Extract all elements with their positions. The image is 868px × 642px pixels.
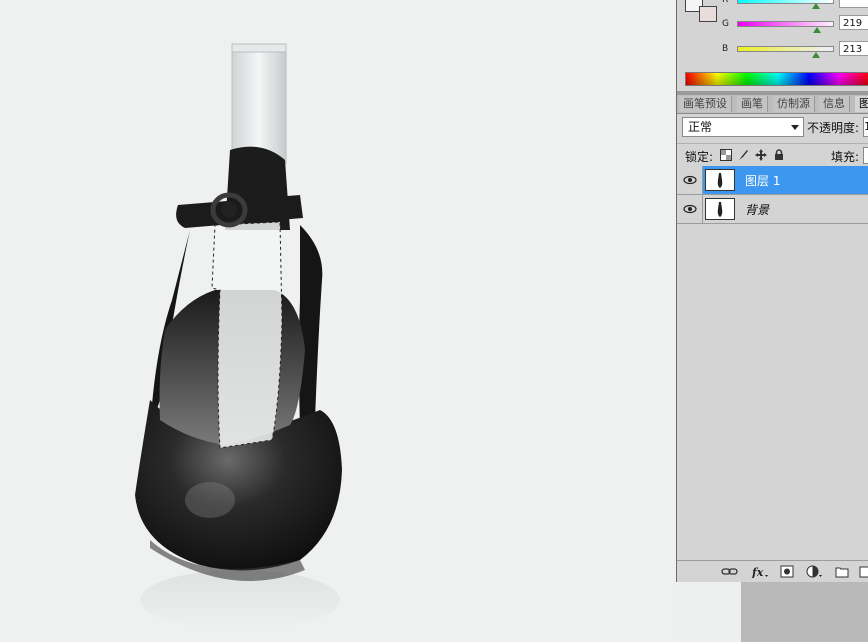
shoe-thumbnail-icon bbox=[717, 202, 723, 217]
photoshop-panels: R G 219 B 213 画笔预设 画笔 仿制源 信息 图 正常 不透明度: … bbox=[676, 0, 868, 582]
new-layer-icon[interactable] bbox=[859, 565, 868, 578]
tab-layers[interactable]: 图 bbox=[855, 96, 868, 112]
shoe-photo bbox=[0, 0, 677, 642]
channel-g-value[interactable]: 219 bbox=[839, 15, 868, 30]
visibility-cell[interactable] bbox=[677, 166, 703, 194]
tab-info[interactable]: 信息 bbox=[819, 96, 850, 112]
workspace-gray-area bbox=[741, 582, 868, 642]
opacity-input[interactable]: 1 bbox=[863, 117, 868, 137]
fill-label: 填充: bbox=[831, 150, 860, 164]
eye-icon[interactable] bbox=[683, 203, 697, 215]
blend-mode-value: 正常 bbox=[688, 120, 713, 134]
blend-mode-select[interactable]: 正常 bbox=[682, 117, 804, 137]
svg-text:fx: fx bbox=[751, 566, 764, 578]
document-canvas[interactable] bbox=[0, 0, 677, 642]
layer-name[interactable]: 图层 1 bbox=[745, 172, 780, 189]
channel-g-label: G bbox=[722, 19, 729, 29]
lock-all-icon[interactable] bbox=[773, 149, 785, 161]
panel-tabs: 画笔预设 画笔 仿制源 信息 图 bbox=[677, 95, 868, 114]
eye-icon[interactable] bbox=[683, 174, 697, 186]
channel-b-value[interactable]: 213 bbox=[839, 41, 868, 56]
tab-brush-presets[interactable]: 画笔预设 bbox=[679, 96, 732, 112]
lock-row: 锁定: 填充: bbox=[677, 143, 868, 166]
channel-g-thumb[interactable] bbox=[813, 27, 821, 33]
shoe-thumbnail-icon bbox=[717, 173, 723, 188]
layer-name[interactable]: 背景 bbox=[745, 201, 769, 218]
channel-r-value[interactable] bbox=[839, 0, 868, 8]
layer-row-background[interactable]: 背景 bbox=[677, 195, 868, 224]
mask-icon[interactable] bbox=[780, 565, 794, 578]
visibility-cell[interactable] bbox=[677, 195, 703, 223]
color-spectrum-bar[interactable] bbox=[685, 72, 868, 86]
folder-icon[interactable] bbox=[835, 565, 849, 578]
chevron-down-icon bbox=[791, 125, 799, 130]
lock-brush-icon[interactable] bbox=[737, 149, 749, 161]
layer-thumbnail bbox=[705, 169, 735, 191]
channel-b-thumb[interactable] bbox=[812, 52, 820, 58]
tab-clone-source[interactable]: 仿制源 bbox=[773, 96, 815, 112]
background-color-swatch[interactable] bbox=[699, 6, 717, 22]
lock-transparency-icon[interactable] bbox=[720, 149, 732, 161]
channel-r-thumb[interactable] bbox=[812, 3, 820, 9]
lock-move-icon[interactable] bbox=[755, 149, 767, 161]
layer-row-1[interactable]: 图层 1 bbox=[677, 166, 868, 195]
channel-b-label: B bbox=[722, 44, 729, 54]
fx-icon[interactable]: fx bbox=[751, 565, 769, 578]
lock-label: 锁定: bbox=[685, 150, 714, 164]
layer-thumbnail bbox=[705, 198, 735, 220]
link-icon[interactable] bbox=[721, 565, 739, 578]
tab-brush[interactable]: 画笔 bbox=[737, 96, 768, 112]
fill-input[interactable] bbox=[863, 147, 868, 164]
opacity-label: 不透明度: bbox=[807, 121, 860, 135]
channel-r-label: R bbox=[722, 0, 729, 5]
adjustment-icon[interactable] bbox=[806, 565, 824, 578]
layers-bottom-toolbar: fx bbox=[677, 560, 868, 582]
